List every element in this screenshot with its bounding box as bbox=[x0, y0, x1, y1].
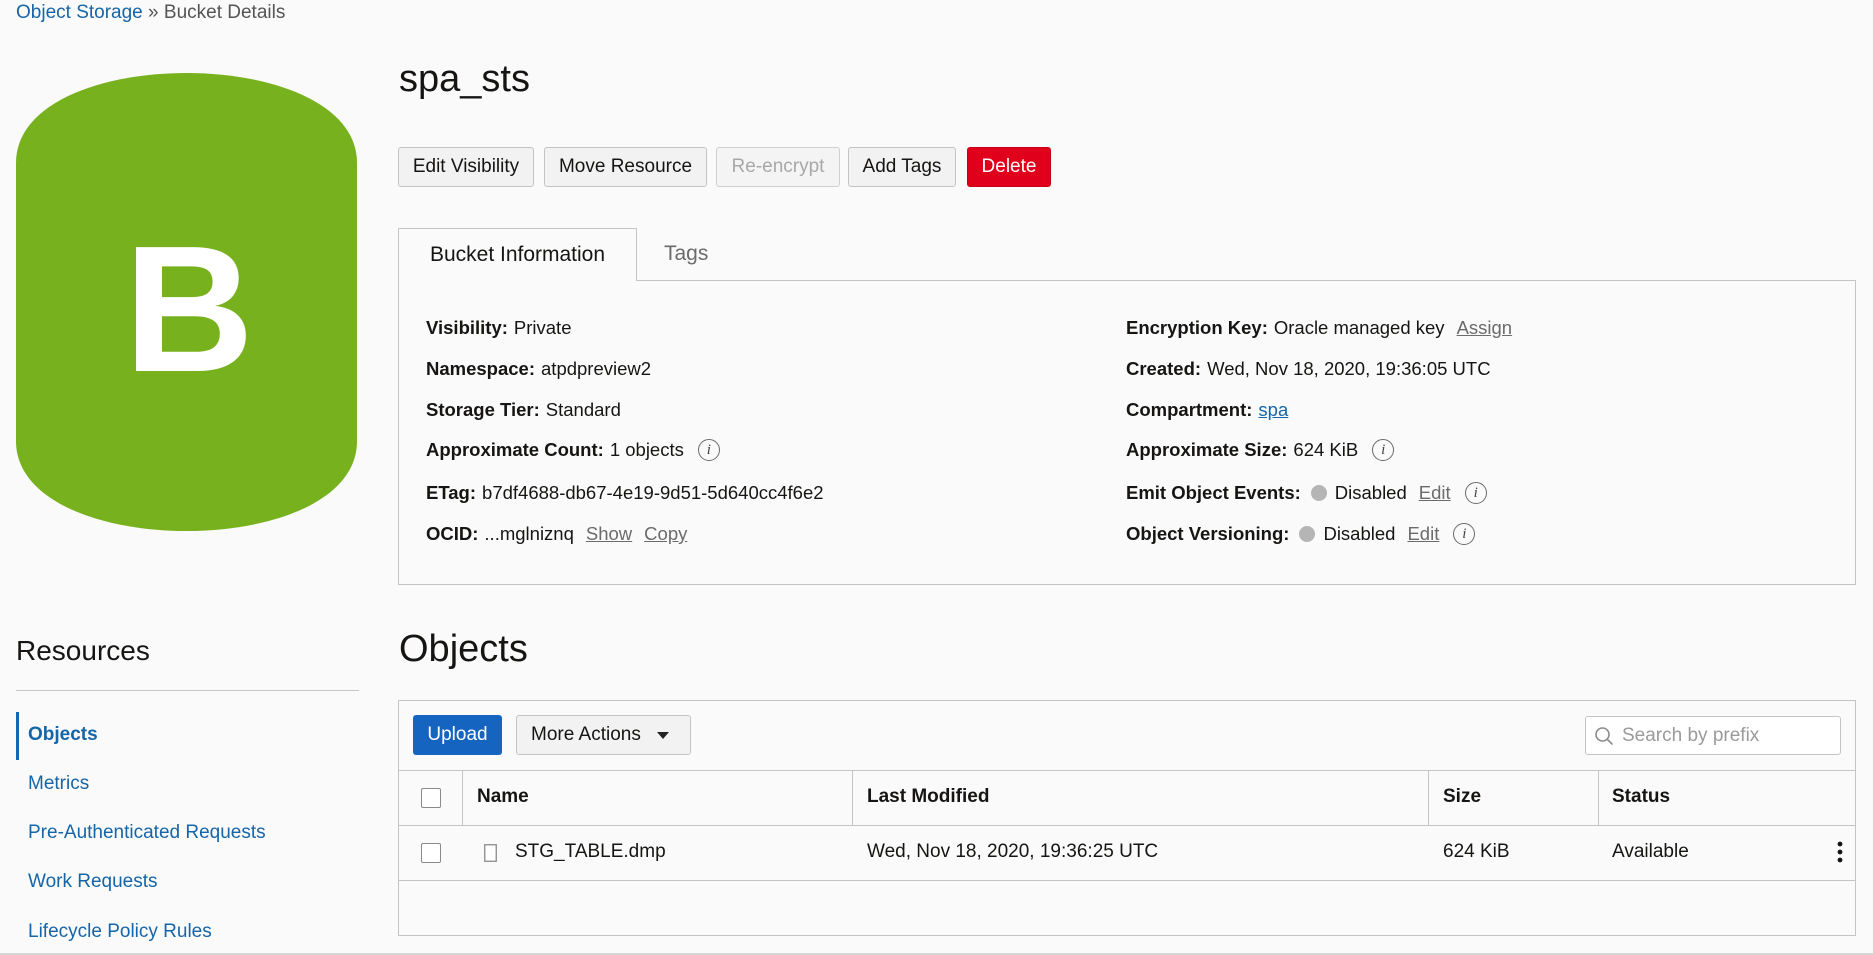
ocid-row: OCID: ...mglniznq Show Copy bbox=[426, 523, 687, 545]
etag-label: ETag: bbox=[426, 482, 477, 503]
active-indicator bbox=[16, 712, 19, 760]
approximate-count-value: 1 objects bbox=[609, 439, 684, 460]
approximate-size-row: Approximate Size: 624 KiB i bbox=[1126, 439, 1395, 461]
upload-button[interactable]: Upload bbox=[413, 715, 502, 755]
column-divider bbox=[852, 771, 853, 825]
visibility-label: Visibility: bbox=[426, 317, 508, 338]
compartment-link[interactable]: spa bbox=[1258, 399, 1288, 421]
column-header-size[interactable]: Size bbox=[1443, 786, 1481, 808]
object-versioning-value: Disabled bbox=[1323, 523, 1396, 544]
object-size: 624 KiB bbox=[1443, 841, 1510, 862]
ocid-show-link[interactable]: Show bbox=[586, 523, 632, 545]
emit-object-events-row: Emit Object Events: Disabled Edit i bbox=[1126, 482, 1487, 504]
table-row-border bbox=[399, 880, 1855, 881]
bucket-logo-letter: B bbox=[124, 209, 254, 410]
more-actions-label: More Actions bbox=[531, 724, 641, 745]
emit-events-edit-link[interactable]: Edit bbox=[1419, 482, 1451, 504]
approximate-count-row: Approximate Count: 1 objects i bbox=[426, 439, 720, 461]
column-divider bbox=[462, 771, 463, 825]
ocid-label: OCID: bbox=[426, 523, 479, 544]
page-title: spa_sts bbox=[399, 58, 530, 100]
emit-object-events-label: Emit Object Events: bbox=[1126, 482, 1301, 503]
object-status: Available bbox=[1612, 841, 1689, 862]
kebab-menu-icon[interactable] bbox=[1834, 838, 1846, 866]
delete-button[interactable]: Delete bbox=[967, 147, 1051, 187]
status-dot-icon bbox=[1299, 526, 1316, 542]
info-icon[interactable]: i bbox=[1453, 523, 1476, 545]
ocid-value: ...mglniznq bbox=[484, 523, 574, 544]
resource-item-work-requests[interactable]: Work Requests bbox=[28, 871, 158, 893]
etag-value: b7df4688-db67-4e19-9d51-5d640cc4f6e2 bbox=[482, 482, 824, 503]
approximate-count-label: Approximate Count: bbox=[426, 439, 604, 460]
resource-item-metrics[interactable]: Metrics bbox=[28, 773, 89, 795]
add-tags-button[interactable]: Add Tags bbox=[848, 147, 956, 187]
column-header-name[interactable]: Name bbox=[477, 786, 529, 808]
approximate-size-label: Approximate Size: bbox=[1126, 439, 1288, 460]
bucket-logo-icon: B bbox=[16, 73, 357, 531]
object-last-modified: Wed, Nov 18, 2020, 19:36:25 UTC bbox=[867, 841, 1159, 862]
info-icon[interactable]: i bbox=[697, 439, 720, 461]
breadcrumb: Object Storage » Bucket Details bbox=[16, 2, 285, 24]
visibility-row: Visibility: Private bbox=[426, 317, 571, 339]
namespace-row: Namespace: atpdpreview2 bbox=[426, 358, 651, 380]
status-dot-icon bbox=[1310, 485, 1327, 501]
compartment-label: Compartment: bbox=[1126, 399, 1253, 420]
breadcrumb-current: Bucket Details bbox=[163, 2, 286, 23]
ocid-copy-link[interactable]: Copy bbox=[644, 523, 687, 545]
visibility-value: Private bbox=[513, 317, 572, 338]
storage-tier-value: Standard bbox=[545, 399, 621, 420]
breadcrumb-object-storage-link[interactable]: Object Storage bbox=[16, 2, 143, 23]
resources-heading: Resources bbox=[16, 635, 150, 666]
encryption-key-label: Encryption Key: bbox=[1126, 317, 1268, 338]
resource-item-pre-authenticated-requests[interactable]: Pre-Authenticated Requests bbox=[28, 822, 266, 844]
tab-tags[interactable]: Tags bbox=[664, 242, 708, 266]
column-divider bbox=[1598, 771, 1599, 825]
row-checkbox[interactable] bbox=[421, 843, 441, 863]
more-actions-button[interactable]: More Actions bbox=[516, 715, 691, 755]
resource-item-objects[interactable]: Objects bbox=[28, 724, 98, 746]
compartment-row: Compartment: spa bbox=[1126, 399, 1288, 421]
info-icon[interactable]: i bbox=[1372, 439, 1395, 461]
etag-row: ETag: b7df4688-db67-4e19-9d51-5d640cc4f6… bbox=[426, 482, 824, 504]
column-header-status[interactable]: Status bbox=[1612, 786, 1670, 808]
object-versioning-row: Object Versioning: Disabled Edit i bbox=[1126, 523, 1476, 545]
namespace-value: atpdpreview2 bbox=[541, 358, 652, 379]
versioning-edit-link[interactable]: Edit bbox=[1407, 523, 1439, 545]
object-versioning-label: Object Versioning: bbox=[1126, 523, 1290, 544]
edit-visibility-button[interactable]: Edit Visibility bbox=[398, 147, 534, 187]
caret-down-icon bbox=[656, 731, 669, 739]
assign-key-link[interactable]: Assign bbox=[1457, 317, 1513, 339]
search-icon bbox=[1595, 726, 1613, 745]
namespace-label: Namespace: bbox=[426, 358, 536, 379]
table-header-border bbox=[399, 825, 1855, 826]
resource-item-lifecycle-policy-rules[interactable]: Lifecycle Policy Rules bbox=[28, 921, 212, 943]
info-icon[interactable]: i bbox=[1464, 482, 1487, 504]
search-input[interactable] bbox=[1620, 723, 1824, 748]
encryption-key-row: Encryption Key: Oracle managed key Assig… bbox=[1126, 317, 1512, 339]
created-value: Wed, Nov 18, 2020, 19:36:05 UTC bbox=[1207, 358, 1491, 379]
approximate-size-value: 624 KiB bbox=[1293, 439, 1359, 460]
table-header-border bbox=[399, 770, 1855, 771]
resources-divider bbox=[16, 690, 359, 691]
file-icon bbox=[484, 844, 497, 862]
storage-tier-label: Storage Tier: bbox=[426, 399, 540, 420]
column-header-last-modified[interactable]: Last Modified bbox=[867, 786, 989, 808]
select-all-checkbox[interactable] bbox=[421, 788, 441, 808]
breadcrumb-separator: » bbox=[148, 2, 159, 23]
move-resource-button[interactable]: Move Resource bbox=[544, 147, 707, 187]
emit-object-events-value: Disabled bbox=[1334, 482, 1407, 503]
storage-tier-row: Storage Tier: Standard bbox=[426, 399, 621, 421]
search-box bbox=[1585, 716, 1841, 755]
object-name-link[interactable]: STG_TABLE.dmp bbox=[515, 841, 666, 863]
column-divider bbox=[1428, 771, 1429, 825]
encryption-key-value: Oracle managed key bbox=[1273, 317, 1445, 338]
created-label: Created: bbox=[1126, 358, 1202, 379]
objects-heading: Objects bbox=[399, 628, 528, 670]
re-encrypt-button: Re-encrypt bbox=[716, 147, 840, 187]
tab-bucket-information[interactable]: Bucket Information bbox=[398, 228, 637, 281]
created-row: Created: Wed, Nov 18, 2020, 19:36:05 UTC bbox=[1126, 358, 1491, 380]
